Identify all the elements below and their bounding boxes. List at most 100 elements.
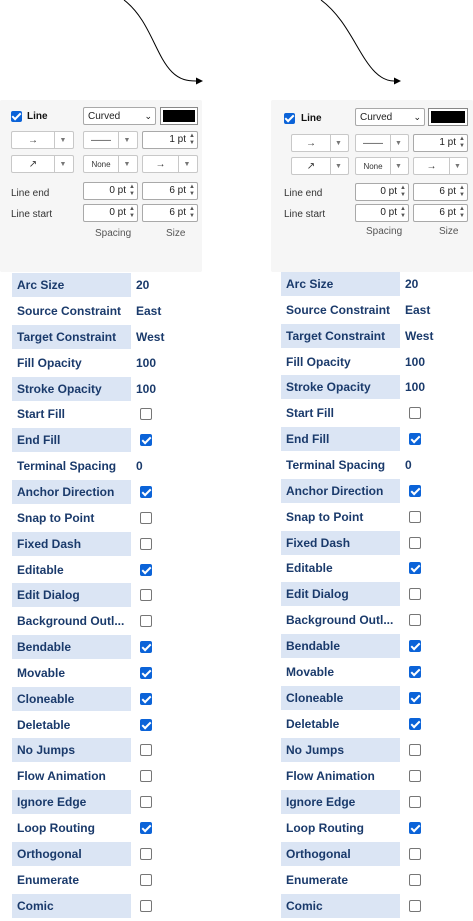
- line-start-select[interactable]: None ▼: [83, 155, 138, 173]
- property-value[interactable]: 100: [405, 350, 425, 374]
- spinner-icon[interactable]: ▲ ▼: [458, 206, 466, 220]
- property-checkbox[interactable]: [140, 434, 152, 446]
- property-row: Ignore Edge: [281, 790, 457, 814]
- property-checkbox[interactable]: [409, 485, 421, 497]
- property-row: Deletable: [12, 713, 188, 737]
- line-end-size-input[interactable]: 6 pt ▲ ▼: [413, 183, 468, 201]
- line-end-select[interactable]: → ▼: [413, 157, 468, 175]
- property-checkbox[interactable]: [409, 562, 421, 574]
- property-checkbox[interactable]: [140, 512, 152, 524]
- spinner-icon[interactable]: ▲ ▼: [188, 206, 196, 220]
- property-row: Editable: [12, 558, 188, 582]
- property-row: Orthogonal: [281, 842, 457, 866]
- right-view: Line Curved ⌄ → ▼ —— ▼ 1 pt ▲ ▼ ↗ ▼ None …: [268, 0, 473, 921]
- property-checkbox[interactable]: [140, 538, 152, 550]
- connection-select[interactable]: → ▼: [291, 134, 349, 152]
- property-checkbox[interactable]: [140, 486, 152, 498]
- pattern-select[interactable]: —— ▼: [83, 131, 138, 149]
- spinner-icon[interactable]: ▲ ▼: [128, 184, 136, 198]
- property-checkbox[interactable]: [409, 822, 421, 834]
- property-checkbox[interactable]: [140, 822, 152, 834]
- property-name: Editable: [286, 561, 333, 575]
- property-checkbox[interactable]: [140, 564, 152, 576]
- pattern-select[interactable]: —— ▼: [355, 134, 409, 152]
- property-checkbox[interactable]: [409, 692, 421, 704]
- property-checkbox[interactable]: [140, 693, 152, 705]
- property-value[interactable]: 100: [136, 351, 156, 375]
- line-start-spacing-input[interactable]: 0 pt ▲ ▼: [355, 204, 409, 222]
- property-checkbox[interactable]: [409, 511, 421, 523]
- property-checkbox[interactable]: [409, 588, 421, 600]
- property-value[interactable]: 20: [136, 273, 149, 297]
- property-checkbox[interactable]: [140, 408, 152, 420]
- property-checkbox[interactable]: [140, 589, 152, 601]
- line-checkbox[interactable]: [284, 113, 295, 124]
- property-value[interactable]: East: [405, 298, 430, 322]
- edge-style-select[interactable]: Curved ⌄: [83, 107, 156, 125]
- connection-select[interactable]: → ▼: [11, 131, 74, 149]
- spinner-icon[interactable]: ▲ ▼: [128, 206, 136, 220]
- property-value[interactable]: West: [405, 324, 433, 348]
- property-value[interactable]: East: [136, 299, 161, 323]
- stroke-color-swatch[interactable]: [160, 107, 198, 125]
- property-checkbox[interactable]: [140, 770, 152, 782]
- property-checkbox[interactable]: [409, 796, 421, 808]
- arrow-right-icon: →: [143, 156, 179, 172]
- property-checkbox[interactable]: [409, 900, 421, 912]
- spinner-icon[interactable]: ▲ ▼: [458, 185, 466, 199]
- waypoints-select[interactable]: ↗ ▼: [291, 157, 349, 175]
- property-checkbox[interactable]: [409, 770, 421, 782]
- property-checkbox[interactable]: [140, 744, 152, 756]
- property-value[interactable]: 0: [405, 453, 412, 477]
- property-name: Stroke Opacity: [286, 380, 371, 394]
- property-name: Snap to Point: [17, 511, 95, 525]
- line-end-spacing-input[interactable]: 0 pt ▲ ▼: [355, 183, 409, 201]
- property-checkbox[interactable]: [409, 666, 421, 678]
- property-value[interactable]: 100: [136, 377, 156, 401]
- property-checkbox[interactable]: [409, 407, 421, 419]
- curved-connector[interactable]: [268, 0, 473, 92]
- property-checkbox[interactable]: [140, 848, 152, 860]
- property-checkbox[interactable]: [409, 874, 421, 886]
- property-checkbox[interactable]: [409, 614, 421, 626]
- property-checkbox[interactable]: [409, 744, 421, 756]
- spinner-icon[interactable]: ▲ ▼: [458, 136, 466, 150]
- property-checkbox[interactable]: [409, 640, 421, 652]
- spinner-icon[interactable]: ▲ ▼: [399, 206, 407, 220]
- property-checkbox[interactable]: [140, 796, 152, 808]
- line-width-input[interactable]: 1 pt ▲ ▼: [142, 131, 198, 149]
- line-end-select[interactable]: → ▼: [142, 155, 198, 173]
- line-start-spacing-input[interactable]: 0 pt ▲ ▼: [83, 204, 138, 222]
- curve-waypoint-icon: ↗: [12, 156, 55, 172]
- property-value[interactable]: 100: [405, 375, 425, 399]
- property-checkbox[interactable]: [409, 718, 421, 730]
- line-start-size-input[interactable]: 6 pt ▲ ▼: [142, 204, 198, 222]
- property-checkbox[interactable]: [140, 719, 152, 731]
- spinner-icon[interactable]: ▲ ▼: [188, 133, 196, 147]
- property-checkbox[interactable]: [409, 537, 421, 549]
- property-checkbox[interactable]: [140, 874, 152, 886]
- line-start-select[interactable]: None ▼: [355, 157, 409, 175]
- property-checkbox[interactable]: [140, 900, 152, 912]
- edge-style-select[interactable]: Curved ⌄: [355, 108, 425, 126]
- line-checkbox[interactable]: [11, 111, 22, 122]
- stroke-color-swatch[interactable]: [428, 108, 468, 126]
- property-value[interactable]: 0: [136, 454, 143, 478]
- waypoints-select[interactable]: ↗ ▼: [11, 155, 74, 173]
- property-row: Source Constraint East: [12, 299, 188, 323]
- solid-line-icon: ——: [84, 132, 119, 148]
- property-value[interactable]: West: [136, 325, 164, 349]
- property-checkbox[interactable]: [409, 848, 421, 860]
- line-width-input[interactable]: 1 pt ▲ ▼: [413, 134, 468, 152]
- property-checkbox[interactable]: [409, 433, 421, 445]
- line-start-size-input[interactable]: 6 pt ▲ ▼: [413, 204, 468, 222]
- property-checkbox[interactable]: [140, 615, 152, 627]
- spinner-icon[interactable]: ▲ ▼: [188, 184, 196, 198]
- property-checkbox[interactable]: [140, 667, 152, 679]
- property-value[interactable]: 20: [405, 272, 418, 296]
- line-end-spacing-input[interactable]: 0 pt ▲ ▼: [83, 182, 138, 200]
- curved-connector[interactable]: [0, 0, 236, 92]
- line-end-size-input[interactable]: 6 pt ▲ ▼: [142, 182, 198, 200]
- property-checkbox[interactable]: [140, 641, 152, 653]
- spinner-icon[interactable]: ▲ ▼: [399, 185, 407, 199]
